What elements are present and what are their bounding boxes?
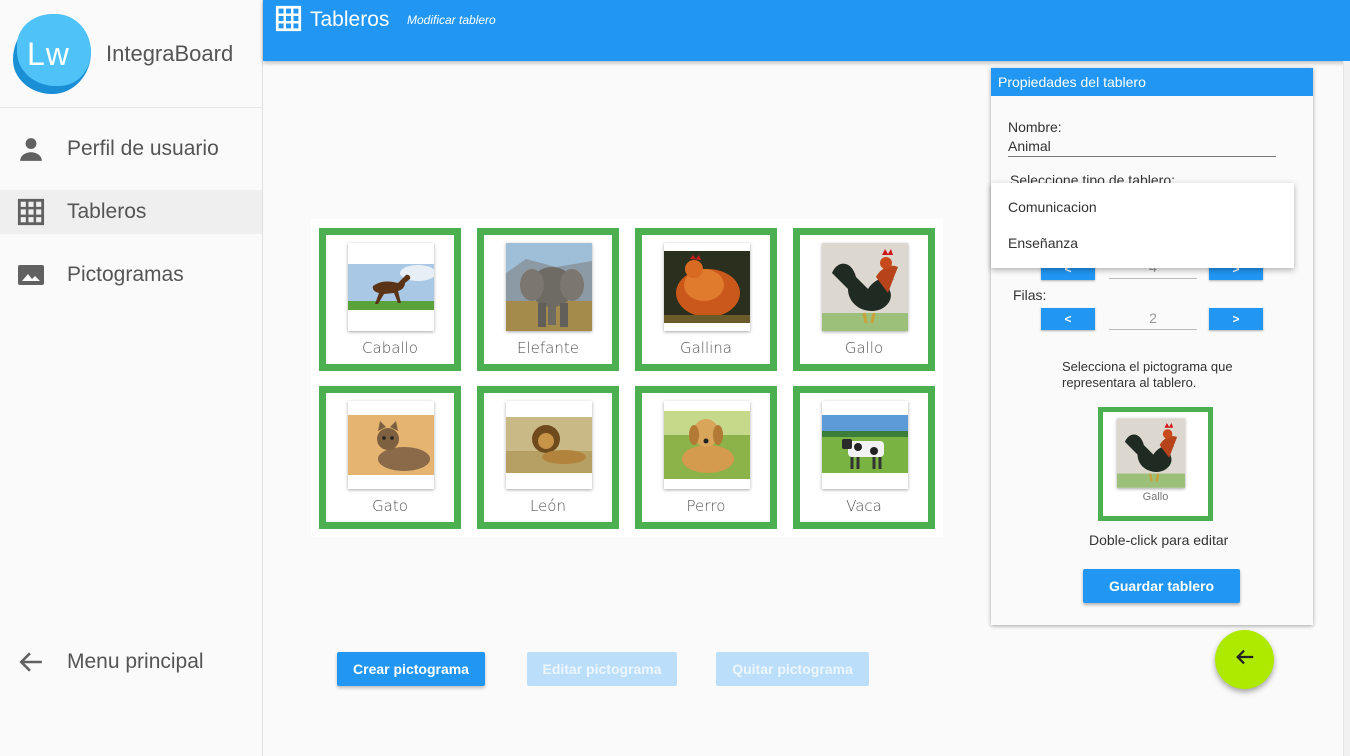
horse-image — [348, 243, 434, 331]
tile-label: León — [529, 497, 566, 515]
elephant-image — [506, 243, 592, 331]
logo-text: Lw — [27, 35, 70, 72]
board-tile[interactable]: Caballo — [319, 228, 461, 371]
tile-label: Vaca — [846, 497, 882, 515]
board-grid: Caballo Elefante Gallina Gallo Gato León… — [311, 219, 943, 537]
cow-image — [822, 401, 908, 489]
dog-image — [664, 401, 750, 489]
board-type-dropdown: Comunicacion Enseñanza — [991, 183, 1294, 268]
page-title: Tableros — [310, 8, 390, 31]
grid-icon — [16, 197, 46, 227]
double-click-hint: Doble-click para editar — [1089, 532, 1229, 548]
name-label: Nombre: — [1008, 119, 1062, 135]
lion-image — [506, 401, 592, 489]
rows-increment-button[interactable]: > — [1209, 308, 1263, 330]
name-field-underline — [1008, 156, 1276, 157]
pictogram-prompt: Selecciona el pictograma que representar… — [1062, 359, 1233, 390]
dropdown-option-ensenanza[interactable]: Enseñanza — [1008, 235, 1078, 251]
tile-label: Gallo — [844, 339, 884, 357]
tile-label: Perro — [686, 497, 726, 515]
brand: Lw IntegraBoard — [0, 0, 262, 108]
name-field[interactable]: Animal — [1008, 138, 1051, 154]
rooster-image — [822, 243, 908, 331]
tile-label: Caballo — [362, 339, 418, 357]
sidebar-item-label: Perfil de usuario — [67, 137, 219, 160]
save-board-button[interactable]: Guardar tablero — [1083, 569, 1240, 603]
hen-image — [664, 243, 750, 331]
board-tile[interactable]: Elefante — [477, 228, 619, 371]
page-subtitle: Modificar tablero — [407, 13, 496, 27]
back-fab-button[interactable] — [1215, 630, 1274, 689]
board-tile[interactable]: Gallina — [635, 228, 777, 371]
arrow-left-icon — [1234, 646, 1256, 673]
vertical-scrollbar[interactable] — [1343, 61, 1350, 756]
logo: Lw — [13, 13, 93, 94]
panel-header: Propiedades del tablero — [991, 68, 1313, 96]
rows-value: 2 — [1109, 308, 1197, 330]
person-icon — [16, 134, 46, 164]
sidebar-item-menu-principal[interactable]: Menu principal — [0, 640, 204, 684]
preview-caption: Gallo — [1142, 491, 1169, 503]
board-tile[interactable]: Gallo — [793, 228, 935, 371]
selected-pictogram-preview[interactable]: Gallo — [1098, 407, 1213, 521]
board-tile[interactable]: León — [477, 386, 619, 529]
sidebar: Lw IntegraBoard Perfil de usuario Tabler… — [0, 0, 263, 756]
sidebar-item-label: Tableros — [67, 200, 147, 223]
sidebar-item-label: Pictogramas — [67, 263, 184, 286]
sidebar-item-tableros[interactable]: Tableros — [0, 190, 262, 234]
sidebar-nav: Perfil de usuario Tableros Pictogramas — [0, 127, 262, 297]
arrow-left-icon — [16, 647, 46, 677]
remove-pictogram-button[interactable]: Quitar pictograma — [716, 652, 869, 686]
app-root: Lw IntegraBoard Perfil de usuario Tabler… — [0, 0, 1350, 756]
tile-label: Gato — [372, 497, 408, 515]
board-properties-panel: Propiedades del tablero Nombre: Animal S… — [991, 68, 1313, 625]
tile-label: Elefante — [517, 339, 579, 357]
board-tile[interactable]: Vaca — [793, 386, 935, 529]
create-pictogram-button[interactable]: Crear pictograma — [337, 652, 485, 686]
rooster-image — [1117, 418, 1185, 488]
cat-image — [348, 401, 434, 489]
sidebar-item-perfil[interactable]: Perfil de usuario — [0, 127, 262, 171]
rows-decrement-button[interactable]: < — [1041, 308, 1095, 330]
grid-icon — [275, 5, 302, 37]
sidebar-item-label: Menu principal — [67, 650, 204, 673]
top-app-bar: Tableros Modificar tablero — [263, 0, 1350, 61]
sidebar-item-pictogramas[interactable]: Pictogramas — [0, 253, 262, 297]
edit-pictogram-button[interactable]: Editar pictograma — [527, 652, 677, 686]
board-tile[interactable]: Perro — [635, 386, 777, 529]
dropdown-option-comunicacion[interactable]: Comunicacion — [1008, 199, 1097, 215]
image-icon — [16, 260, 46, 290]
board-tile[interactable]: Gato — [319, 386, 461, 529]
rows-label: Filas: — [1013, 287, 1047, 303]
brand-name: IntegraBoard — [106, 40, 234, 66]
tile-label: Gallina — [679, 339, 733, 357]
